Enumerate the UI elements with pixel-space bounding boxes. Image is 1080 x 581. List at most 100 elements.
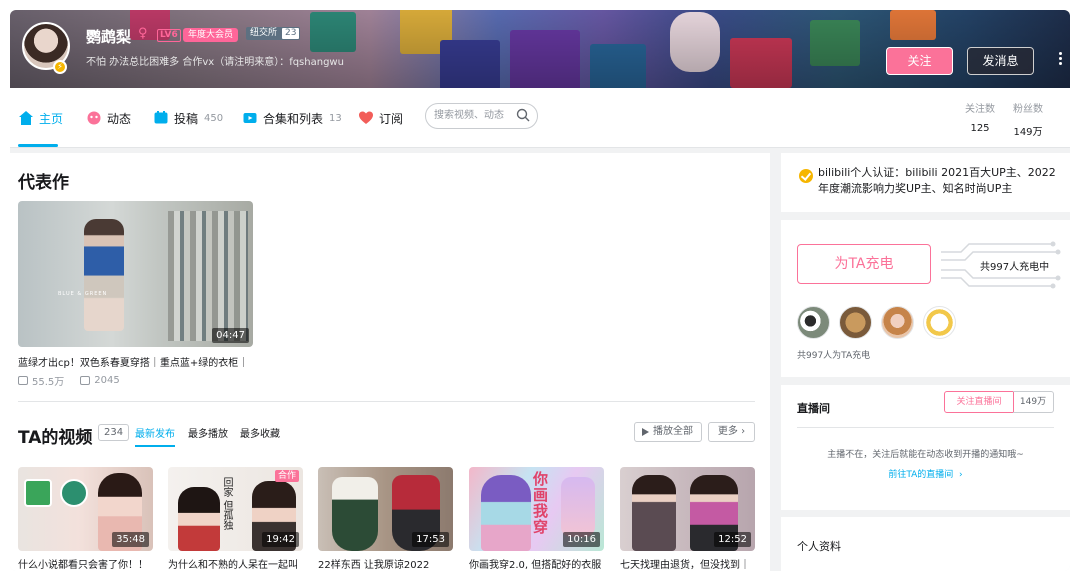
representative-video-thumbnail[interactable]: BLUE & GREEN 04:47	[18, 201, 253, 347]
video-title[interactable]: 你画我穿2.0, 但搭配好的衣服	[469, 556, 604, 571]
video-thumbnail[interactable]: 12:52	[620, 467, 755, 551]
book-app-icon	[24, 479, 52, 507]
message-button[interactable]: 发消息	[967, 47, 1034, 75]
charge-card: 为TA充电 共997人充电中 共997人为TA充电	[781, 220, 1070, 377]
fans-value: 149万	[1013, 127, 1043, 138]
videos-count: 234	[98, 424, 130, 441]
sort-tab-latest[interactable]: 最新发布	[135, 425, 175, 440]
level-badge: LV6	[157, 29, 181, 42]
chevron-right-icon: ›	[956, 470, 963, 480]
elephant-app-icon	[60, 479, 88, 507]
username: 鹦鹉梨	[86, 28, 132, 46]
live-offline-message: 主播不在，关注后就能在动态收到开播的通知哦~	[827, 450, 1024, 460]
section-divider	[18, 401, 755, 402]
video-title[interactable]: 七天找理由退货，但没找到｜	[620, 556, 755, 571]
tab-subscriptions-label: 订阅	[379, 111, 404, 126]
search-icon[interactable]	[516, 108, 530, 122]
tab-uploads[interactable]: 投稿 450	[153, 108, 223, 128]
tab-uploads-count: 450	[204, 112, 224, 124]
tab-dynamic[interactable]: 动态	[86, 108, 131, 128]
gender-female-icon: ♀	[138, 26, 148, 41]
personal-info-card: 个人资料	[781, 517, 1070, 571]
video-title[interactable]: 什么小说都看只会害了你！！	[18, 556, 153, 571]
tab-uploads-label: 投稿	[174, 111, 199, 126]
thumbnail-text: 回家 但孤独	[221, 477, 232, 531]
video-card[interactable]: 你画我穿 10:16 你画我穿2.0, 但搭配好的衣服	[469, 467, 604, 571]
more-videos-button[interactable]: 更多 ›	[708, 422, 755, 442]
personal-info-title: 个人资料	[797, 540, 841, 553]
thumbnail-sketch	[561, 477, 595, 537]
play-all-button[interactable]: 播放全部	[634, 422, 702, 442]
supporter-avatar[interactable]	[797, 306, 830, 339]
tab-collections[interactable]: 合集和列表 13	[242, 108, 342, 128]
video-duration: 19:42	[262, 532, 299, 547]
charge-count: 共997人充电中	[980, 262, 1050, 273]
space-page: ⚡ 鹦鹉梨 ♀ LV6 年度大会员 纽交所 23 不怕 办法总比困难多 合作vx…	[10, 10, 1070, 571]
goto-live-label: 前往TA的直播间	[888, 470, 954, 480]
fan-medal-name: 纽交所	[250, 28, 278, 38]
video-upload-icon	[154, 111, 168, 124]
video-title[interactable]: 22样东西 让我原谅2022	[318, 556, 453, 571]
thumbnail-text: BLUE & GREEN	[58, 291, 108, 297]
tab-home-label: 主页	[39, 111, 64, 126]
goto-live-link[interactable]: 前往TA的直播间 ›	[781, 467, 1070, 480]
supporter-avatar[interactable]	[923, 306, 956, 339]
live-fans-count: 149万	[1013, 391, 1054, 413]
thumbnail-text: 你画我穿	[533, 470, 549, 536]
live-divider	[797, 427, 1054, 428]
video-card[interactable]: 17:53 22样东西 让我原谅2022	[318, 467, 453, 571]
following-value: 125	[970, 123, 990, 134]
follow-live-button[interactable]: 关注直播间	[944, 391, 1014, 413]
sort-tab-indicator	[135, 445, 175, 447]
danmaku-icon	[80, 376, 91, 385]
video-duration: 17:53	[412, 532, 449, 547]
charge-note: 共997人为TA充电	[797, 351, 871, 361]
video-card[interactable]: 35:48 什么小说都看只会害了你！！	[18, 467, 153, 571]
tab-dynamic-label: 动态	[107, 111, 132, 126]
following-stat[interactable]: 关注数 125	[965, 100, 995, 134]
video-thumbnail[interactable]: 回家 但孤独 合作 19:42	[168, 467, 303, 551]
fans-stat[interactable]: 粉丝数 149万	[1013, 100, 1043, 138]
video-thumbnail[interactable]: 17:53	[318, 467, 453, 551]
active-tab-indicator	[18, 144, 58, 147]
fan-medal-level: 23	[282, 28, 300, 39]
thumbnail-clothes-rack	[168, 211, 248, 341]
video-card[interactable]: 12:52 七天找理由退货，但没找到｜	[620, 467, 755, 571]
play-all-label: 播放全部	[653, 426, 693, 437]
supporter-avatar[interactable]	[839, 306, 872, 339]
video-thumbnail[interactable]: 你画我穿 10:16	[469, 467, 604, 551]
thumbnail-figure	[481, 475, 531, 551]
user-sign: 不怕 办法总比困难多 合作vx（请注明来意）：fqshangwu	[86, 57, 344, 68]
representative-video-title[interactable]: 蓝绿才出cp！双色系春夏穿搭｜重点蓝+绿的衣柜｜	[18, 354, 248, 369]
thumbnail-figure	[178, 487, 220, 551]
following-label: 关注数	[965, 104, 995, 115]
live-room-card: 直播间 关注直播间 149万 主播不在，关注后就能在动态收到开播的通知哦~ 前往…	[781, 385, 1070, 510]
more-options-icon[interactable]	[1056, 50, 1064, 70]
certification-text: bilibili个人认证：bilibili 2021百大UP主、2022年度潮流…	[818, 166, 1056, 195]
sort-tab-most-played[interactable]: 最多播放	[188, 425, 228, 440]
view-count: 55.5万	[32, 377, 65, 388]
fan-medal[interactable]: 纽交所 23	[246, 27, 301, 40]
danmaku-count: 2045	[94, 375, 120, 386]
video-card[interactable]: 回家 但孤独 合作 19:42 为什么和不熟的人呆在一起叫	[168, 467, 303, 571]
collab-badge: 合作	[274, 470, 299, 482]
follow-button[interactable]: 关注	[886, 47, 953, 75]
tab-subscriptions[interactable]: 订阅	[358, 108, 403, 128]
thumbnail-figure	[84, 219, 124, 331]
supporter-avatar[interactable]	[881, 306, 914, 339]
videos-heading: TA的视频	[18, 428, 93, 448]
collection-icon	[243, 113, 257, 123]
video-title[interactable]: 为什么和不熟的人呆在一起叫	[168, 556, 303, 571]
video-thumbnail[interactable]: 35:48	[18, 467, 153, 551]
certification-card: bilibili个人认证：bilibili 2021百大UP主、2022年度潮流…	[781, 153, 1070, 212]
charge-button[interactable]: 为TA充电	[797, 244, 931, 284]
tab-home[interactable]: 主页	[18, 108, 63, 128]
sort-tab-most-favorited[interactable]: 最多收藏	[240, 425, 280, 440]
fans-label: 粉丝数	[1013, 104, 1043, 115]
vip-badge[interactable]: 年度大会员	[183, 28, 239, 42]
dynamic-icon	[87, 111, 101, 125]
video-duration: 04:47	[212, 328, 249, 343]
supporter-avatars	[797, 306, 965, 339]
live-room-title: 直播间	[797, 402, 830, 415]
home-icon	[19, 111, 33, 125]
